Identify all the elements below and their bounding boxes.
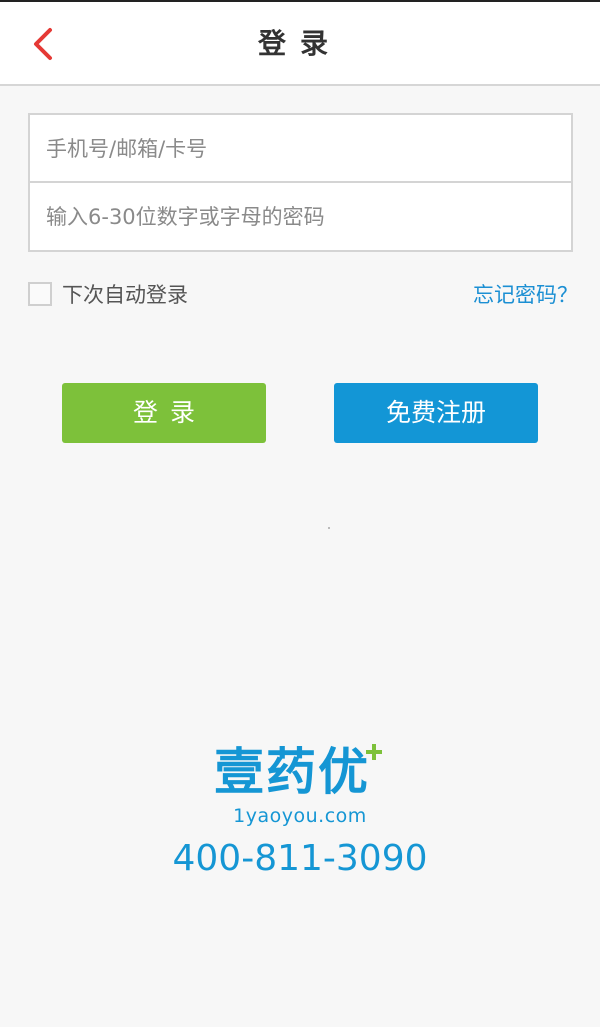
page-title: 登录 [257,27,342,60]
top-bar: 登录 [0,0,600,86]
auto-login-checkbox[interactable] [28,282,52,306]
login-button[interactable]: 登录 [62,383,266,443]
divider-dot [328,527,330,529]
remember-row: 下次自动登录 忘记密码？ [28,280,578,312]
account-field [30,115,571,183]
forgot-password-link[interactable]: 忘记密码？ [473,280,578,310]
plus-cross-icon [366,744,382,760]
hotline-number[interactable]: 400-811-3090 [0,836,600,882]
account-input[interactable] [46,115,556,183]
login-screen: 登录 下次自动登录 忘记密码？ 登录 免费注册 壹药优 1yaoyou.com … [0,0,600,1027]
brand-logo: 壹药优 1yaoyou.com [180,740,420,830]
status-divider [0,0,600,2]
brand-name: 壹药优 [214,743,370,801]
password-field [30,183,571,251]
password-input[interactable] [46,183,556,251]
auto-login-label[interactable]: 下次自动登录 [62,280,188,310]
login-form [28,113,573,252]
register-button[interactable]: 免费注册 [334,383,538,443]
brand-domain: 1yaoyou.com [233,805,367,827]
